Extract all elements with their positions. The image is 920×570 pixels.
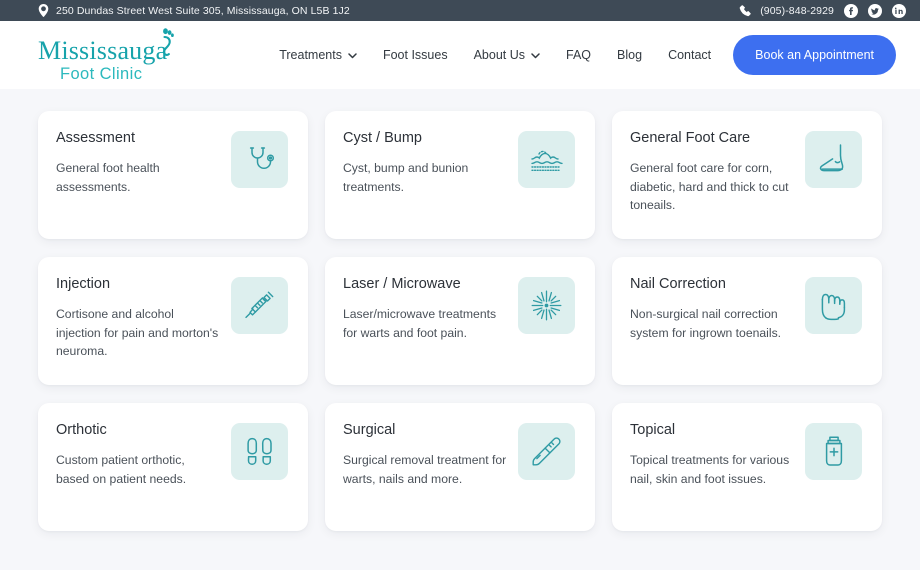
cream-tube-icon bbox=[805, 423, 862, 480]
nav-item-foot-issues[interactable]: Foot Issues bbox=[383, 48, 448, 62]
laser-burst-icon bbox=[518, 277, 575, 334]
card-text-block: General Foot Care General foot care for … bbox=[630, 130, 795, 215]
footprint-icon bbox=[154, 28, 175, 66]
book-appointment-button[interactable]: Book an Appointment bbox=[733, 35, 896, 75]
card-text-block: Cyst / Bump Cyst, bump and bunion treatm… bbox=[343, 130, 508, 196]
stethoscope-icon bbox=[231, 131, 288, 188]
syringe-icon bbox=[231, 277, 288, 334]
treatment-card-surgical[interactable]: Surgical Surgical removal treatment for … bbox=[325, 403, 595, 531]
card-description: General foot care for corn, diabetic, ha… bbox=[630, 161, 789, 213]
chevron-down-icon[interactable] bbox=[348, 52, 357, 59]
toes-icon bbox=[805, 277, 862, 334]
utility-top-bar: 250 Dundas Street West Suite 305, Missis… bbox=[0, 0, 920, 21]
card-text-block: Nail Correction Non-surgical nail correc… bbox=[630, 276, 795, 342]
treatment-card-nail-correction[interactable]: Nail Correction Non-surgical nail correc… bbox=[612, 257, 882, 385]
phone-number[interactable]: (905)-848-2929 bbox=[760, 5, 834, 17]
site-header: Mississauga Foot Clinic Treatments Foot … bbox=[0, 21, 920, 89]
chevron-down-icon[interactable] bbox=[531, 52, 540, 59]
card-text-block: Laser / Microwave Laser/microwave treatm… bbox=[343, 276, 508, 342]
treatment-card-orthotic[interactable]: Orthotic Custom patient orthotic, based … bbox=[38, 403, 308, 531]
card-description: Custom patient orthotic, based on patien… bbox=[56, 453, 187, 486]
card-text-block: Surgical Surgical removal treatment for … bbox=[343, 422, 508, 488]
logo-primary-text: Mississauga bbox=[38, 35, 168, 65]
treatment-card-topical[interactable]: Topical Topical treatments for various n… bbox=[612, 403, 882, 531]
treatments-section: Assessment General foot health assessmen… bbox=[0, 89, 920, 570]
main-navigation: Treatments Foot Issues About Us FAQ Blog… bbox=[279, 48, 711, 62]
treatment-card-laser-microwave[interactable]: Laser / Microwave Laser/microwave treatm… bbox=[325, 257, 595, 385]
card-title: Laser / Microwave bbox=[343, 276, 461, 292]
map-pin-icon bbox=[38, 4, 49, 17]
card-title: Injection bbox=[56, 276, 111, 292]
insoles-icon bbox=[231, 423, 288, 480]
card-title: Surgical bbox=[343, 422, 396, 438]
foot-side-icon bbox=[805, 131, 862, 188]
treatments-grid: Assessment General foot health assessmen… bbox=[38, 111, 882, 531]
nav-item-about-us[interactable]: About Us bbox=[474, 48, 540, 62]
nav-label: Treatments bbox=[279, 48, 342, 62]
nav-label: Foot Issues bbox=[382, 48, 448, 62]
card-text-block: Orthotic Custom patient orthotic, based … bbox=[56, 422, 221, 488]
twitter-icon[interactable] bbox=[868, 3, 882, 18]
card-text-block: Topical Topical treatments for various n… bbox=[630, 422, 795, 488]
nav-item-faq[interactable]: FAQ bbox=[566, 48, 591, 62]
nav-label: Blog bbox=[617, 48, 643, 62]
contact-and-social: (905)-848-2929 bbox=[739, 3, 906, 18]
card-description: Cortisone and alcohol injection for pain… bbox=[56, 307, 219, 359]
nav-label: Contact bbox=[668, 48, 712, 62]
card-title: Assessment bbox=[56, 130, 135, 146]
card-description: Laser/microwave treatments for warts and… bbox=[343, 307, 497, 340]
treatment-card-injection[interactable]: Injection Cortisone and alcohol injectio… bbox=[38, 257, 308, 385]
skin-bump-icon bbox=[518, 131, 575, 188]
phone-icon bbox=[739, 4, 751, 17]
treatment-card-general-foot-care[interactable]: General Foot Care General foot care for … bbox=[612, 111, 882, 239]
card-title: General Foot Care bbox=[630, 130, 751, 146]
card-title: Cyst / Bump bbox=[343, 130, 422, 146]
card-description: Surgical removal treatment for warts, na… bbox=[343, 453, 507, 486]
site-logo[interactable]: Mississauga Foot Clinic bbox=[38, 28, 175, 83]
card-description: Non-surgical nail correction system for … bbox=[630, 307, 782, 340]
card-description: Topical treatments for various nail, ski… bbox=[630, 453, 790, 486]
card-title: Orthotic bbox=[56, 422, 107, 438]
linkedin-icon[interactable] bbox=[892, 3, 906, 18]
address-text: 250 Dundas Street West Suite 305, Missis… bbox=[56, 4, 350, 17]
card-description: General foot health assessments. bbox=[56, 161, 160, 194]
nav-item-contact[interactable]: Contact bbox=[668, 48, 711, 62]
logo-secondary-text: Foot Clinic bbox=[60, 64, 143, 83]
nav-label: About Us bbox=[473, 48, 526, 62]
card-text-block: Assessment General foot health assessmen… bbox=[56, 130, 221, 196]
facebook-icon[interactable] bbox=[844, 3, 858, 18]
card-title: Topical bbox=[630, 422, 676, 438]
address-block: 250 Dundas Street West Suite 305, Missis… bbox=[38, 4, 350, 17]
nav-label: FAQ bbox=[566, 48, 592, 62]
nav-item-treatments[interactable]: Treatments bbox=[279, 48, 357, 62]
treatment-card-cyst-bump[interactable]: Cyst / Bump Cyst, bump and bunion treatm… bbox=[325, 111, 595, 239]
card-title: Nail Correction bbox=[630, 276, 726, 292]
treatment-card-assessment[interactable]: Assessment General foot health assessmen… bbox=[38, 111, 308, 239]
scalpel-icon bbox=[518, 423, 575, 480]
card-text-block: Injection Cortisone and alcohol injectio… bbox=[56, 276, 221, 361]
card-description: Cyst, bump and bunion treatments. bbox=[343, 161, 469, 194]
nav-item-blog[interactable]: Blog bbox=[617, 48, 642, 62]
